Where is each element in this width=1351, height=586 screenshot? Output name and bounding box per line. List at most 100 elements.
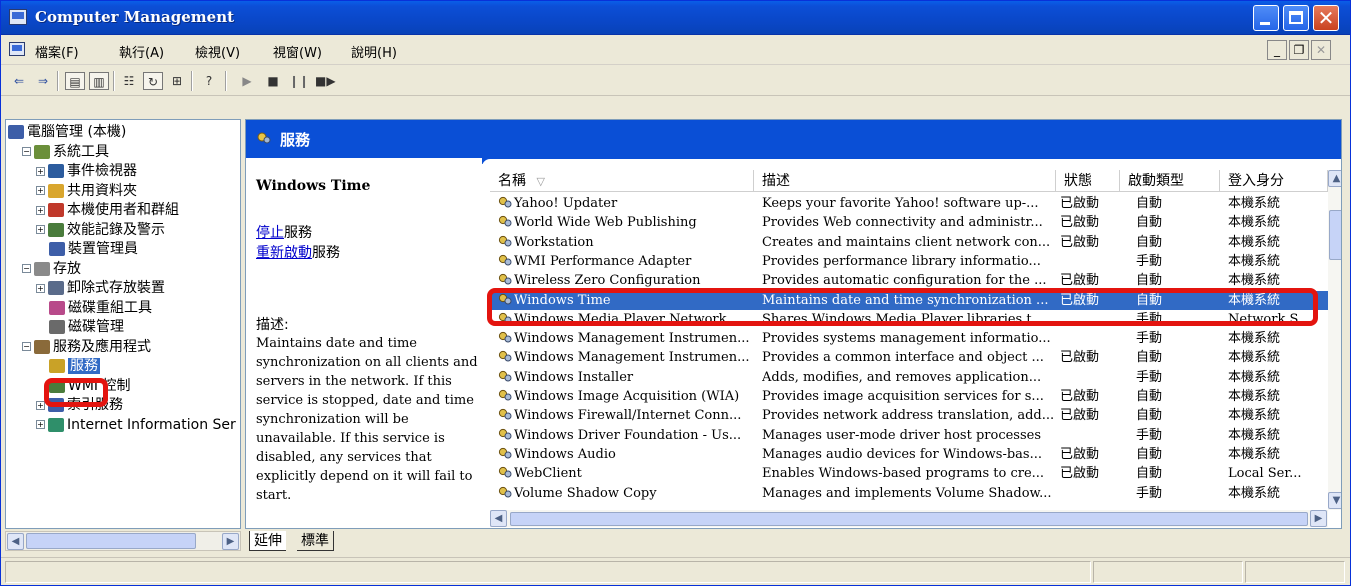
service-startup-cell: 手動 — [1136, 253, 1163, 269]
tree-item[interactable]: − 系統工具 — [22, 142, 109, 162]
collapse-icon[interactable]: − — [22, 147, 31, 156]
menu-help[interactable]: 說明(H) — [351, 42, 397, 61]
tree-scroll-thumb[interactable] — [26, 533, 196, 549]
service-row[interactable]: Volume Shadow Copy Manages and implements… — [490, 484, 1328, 503]
properties-icon[interactable]: ☷ — [119, 72, 139, 90]
column-header-logon-as[interactable]: 登入身分 — [1220, 170, 1328, 192]
service-row[interactable]: Workstation Creates and maintains client … — [490, 233, 1328, 252]
tree-item[interactable]: 裝置管理員 — [36, 239, 138, 259]
console-tree: 電腦管理 (本機) − 系統工具 + 事件檢視器 + 共用資料夾 + 本機使用者和群組 + 效能記錄… — [5, 119, 241, 529]
back-icon[interactable]: ⇐ — [9, 72, 29, 90]
tree-item[interactable]: + 本機使用者和群組 — [36, 200, 179, 220]
restart-service-link[interactable]: 重新啟動 — [256, 245, 312, 261]
mdi-restore-button[interactable]: ❐ — [1289, 40, 1309, 60]
service-name-cell: WebClient — [498, 464, 754, 483]
tree-horizontal-scrollbar[interactable]: ◀ ▶ — [5, 531, 241, 551]
stop-service-icon[interactable]: ■ — [263, 72, 283, 90]
export-list-icon[interactable]: ⊞ — [167, 72, 187, 90]
service-row[interactable]: Windows Image Acquisition (WIA) Provides … — [490, 387, 1328, 406]
tab-extended[interactable]: 延伸 — [249, 531, 286, 551]
column-header-description[interactable]: 描述 — [754, 170, 1056, 192]
service-row[interactable]: Windows Time Maintains date and time sync… — [490, 290, 1328, 310]
service-row[interactable]: Yahoo! Updater Keeps your favorite Yahoo!… — [490, 194, 1328, 213]
menu-view[interactable]: 檢視(V) — [195, 42, 240, 61]
column-header-name[interactable]: 名稱 ▽ — [490, 170, 754, 192]
collapse-icon[interactable]: − — [22, 264, 31, 273]
refresh-icon[interactable]: ↻ — [143, 72, 163, 90]
tree-item-label: 存放 — [53, 260, 81, 277]
menu-window[interactable]: 視窗(W) — [273, 42, 322, 61]
minimize-icon — [1260, 22, 1270, 25]
scroll-up-icon[interactable]: ▲ — [1328, 170, 1341, 187]
mdi-window-icon[interactable] — [9, 42, 25, 56]
list-horizontal-scroll-thumb[interactable] — [510, 512, 1308, 526]
tree-item[interactable]: 服務 — [36, 356, 100, 376]
tree-item[interactable]: WMI 控制 — [36, 376, 131, 396]
service-logon-cell: 本機系統 — [1228, 215, 1281, 231]
list-vertical-scroll-thumb[interactable] — [1329, 210, 1341, 260]
tree-item[interactable]: 磁碟重組工具 — [36, 298, 152, 318]
service-row[interactable]: Wireless Zero Configuration Provides auto… — [490, 271, 1328, 290]
service-row[interactable]: Windows Media Player Network ... Shares W… — [490, 310, 1328, 329]
tree-item[interactable]: + Internet Information Ser — [36, 415, 236, 435]
service-name-label: Windows Installer — [514, 369, 634, 385]
service-name-label: Windows Media Player Network ... — [514, 311, 744, 327]
pause-service-icon[interactable]: ❙❙ — [289, 72, 309, 90]
service-logon-cell: 本機系統 — [1228, 350, 1281, 366]
maximize-button[interactable] — [1283, 5, 1309, 31]
expand-icon[interactable]: + — [36, 225, 45, 234]
scroll-left-icon[interactable]: ◀ — [7, 533, 24, 550]
service-name-label: Windows Image Acquisition (WIA) — [514, 389, 740, 404]
tree-item[interactable]: − 存放 — [22, 259, 81, 279]
list-scroll-right-icon[interactable]: ▶ — [1310, 510, 1327, 527]
expand-icon[interactable]: + — [36, 205, 45, 215]
mdi-close-button[interactable]: ✕ — [1311, 40, 1331, 60]
service-row[interactable]: Windows Management Instrumen... Provides … — [490, 348, 1328, 367]
service-description-cell: Maintains date and time synchronization … — [762, 292, 1049, 308]
up-one-level-icon[interactable]: ▤ — [65, 72, 85, 90]
minimize-button[interactable] — [1253, 5, 1279, 31]
expand-icon[interactable]: + — [36, 420, 45, 429]
service-row[interactable]: Windows Management Instrumen... Provides … — [490, 329, 1328, 348]
stop-service-link[interactable]: 停止 — [256, 225, 284, 241]
tree-item[interactable]: + 效能記錄及警示 — [36, 220, 165, 240]
service-row[interactable]: Windows Installer Adds, modifies, and rem… — [490, 368, 1328, 387]
close-button[interactable]: ✕ — [1313, 5, 1339, 31]
tree-item-label: Internet Information Ser — [67, 416, 236, 433]
column-header-startup-type[interactable]: 啟動類型 — [1120, 170, 1220, 192]
menu-action[interactable]: 執行(A) — [119, 42, 164, 61]
tree-item[interactable]: − 服務及應用程式 — [22, 337, 151, 357]
help-icon[interactable]: ? — [199, 72, 219, 90]
menu-file[interactable]: 檔案(F) — [35, 42, 79, 61]
service-row[interactable]: Windows Audio Manages audio devices for W… — [490, 445, 1328, 464]
expand-icon[interactable]: + — [36, 166, 45, 176]
tab-standard[interactable]: 標準 — [297, 531, 334, 551]
scroll-down-icon[interactable]: ▼ — [1328, 492, 1341, 509]
expand-icon[interactable]: + — [36, 400, 45, 410]
tree-item[interactable]: 電腦管理 (本機) — [8, 122, 126, 142]
service-row[interactable]: Windows Firewall/Internet Conn... Provide… — [490, 406, 1328, 425]
tree-item[interactable]: 磁碟管理 — [36, 317, 124, 337]
tree-item[interactable]: + 事件檢視器 — [36, 161, 137, 181]
tree-item[interactable]: + 共用資料夾 — [36, 181, 137, 201]
service-row[interactable]: WebClient Enables Windows-based programs … — [490, 464, 1328, 483]
service-row[interactable]: Windows Driver Foundation - Us... Manages… — [490, 426, 1328, 445]
scroll-right-icon[interactable]: ▶ — [222, 533, 239, 550]
service-description-cell: Provides image acquisition services for … — [762, 389, 1044, 404]
title-bar[interactable]: Computer Management ✕ — [1, 1, 1350, 35]
collapse-icon[interactable]: − — [22, 342, 31, 351]
tree-item[interactable]: + 索引服務 — [36, 395, 123, 415]
forward-icon[interactable]: ⇒ — [33, 72, 53, 90]
computer-management-window: Computer Management ✕ 檔案(F) 執行(A) 檢視(V) … — [0, 0, 1351, 586]
service-row[interactable]: World Wide Web Publishing Provides Web co… — [490, 213, 1328, 232]
list-scroll-left-icon[interactable]: ◀ — [490, 510, 507, 527]
tree-item[interactable]: + 卸除式存放裝置 — [36, 278, 165, 298]
column-header-status[interactable]: 狀態 — [1056, 170, 1120, 192]
expand-icon[interactable]: + — [36, 186, 45, 195]
service-row[interactable]: WMI Performance Adapter Provides performa… — [490, 252, 1328, 271]
expand-icon[interactable]: + — [36, 283, 45, 293]
restart-service-icon[interactable]: ■▶ — [315, 72, 336, 90]
start-service-icon[interactable]: ▶ — [237, 72, 257, 90]
mdi-minimize-button[interactable]: _ — [1267, 40, 1287, 60]
show-hide-tree-icon[interactable]: ▥ — [89, 72, 109, 90]
